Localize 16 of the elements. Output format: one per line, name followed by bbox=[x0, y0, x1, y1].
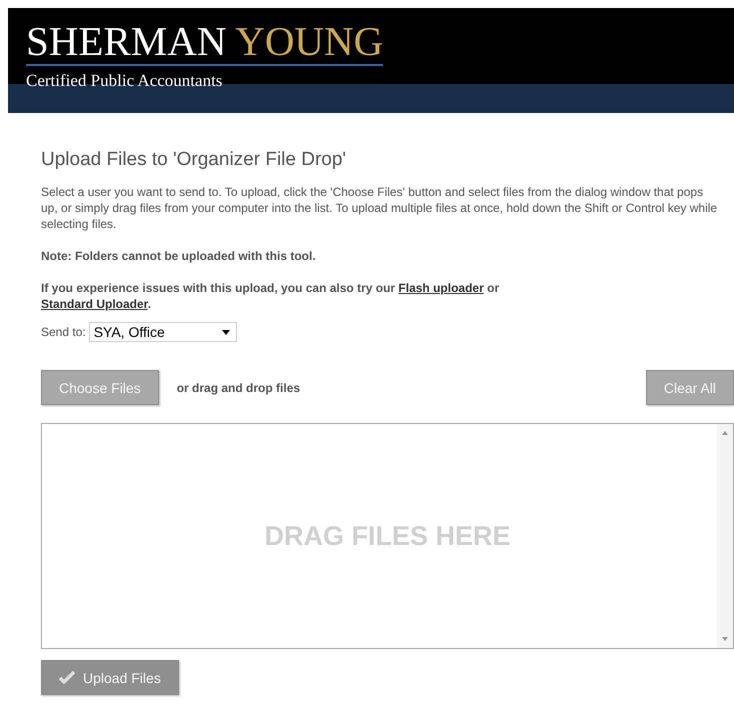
send-to-label: Send to: bbox=[41, 325, 86, 339]
caret-icon bbox=[222, 330, 230, 334]
recipient-select[interactable]: SYA, Office bbox=[88, 322, 237, 342]
instructions-text: Select a user you want to send to. To upload, click the 'Choose Files' button and select files from the dialog window that pops up, or simply drag files from your computer into the list. To upload multiple files at once, hold down the Shift or Control key while selecting files. bbox=[41, 184, 718, 232]
drag-hint: or drag and drop files bbox=[176, 380, 302, 394]
upload-files-button[interactable]: Upload Files bbox=[41, 660, 179, 695]
alternatives-text: If you experience issues with this upload, you can also try our Flash uploader or Standard Uploader. bbox=[41, 280, 500, 312]
page-title: Upload Files to 'Organizer File Drop' bbox=[41, 149, 348, 171]
checkmark-icon bbox=[59, 671, 75, 684]
uploader-link[interactable]: Standard Uploader bbox=[41, 297, 148, 311]
uploader-link[interactable]: Flash uploader bbox=[398, 281, 484, 295]
company-logo: SHERMAN YOUNG bbox=[26, 20, 384, 66]
logo-tagline: Certified Public Accountants bbox=[26, 71, 224, 91]
clear-all-button[interactable]: Clear All bbox=[646, 370, 734, 405]
choose-files-button[interactable]: Choose Files bbox=[41, 370, 159, 405]
note-text: Note: Folders cannot be uploaded with this tool. bbox=[41, 248, 317, 264]
